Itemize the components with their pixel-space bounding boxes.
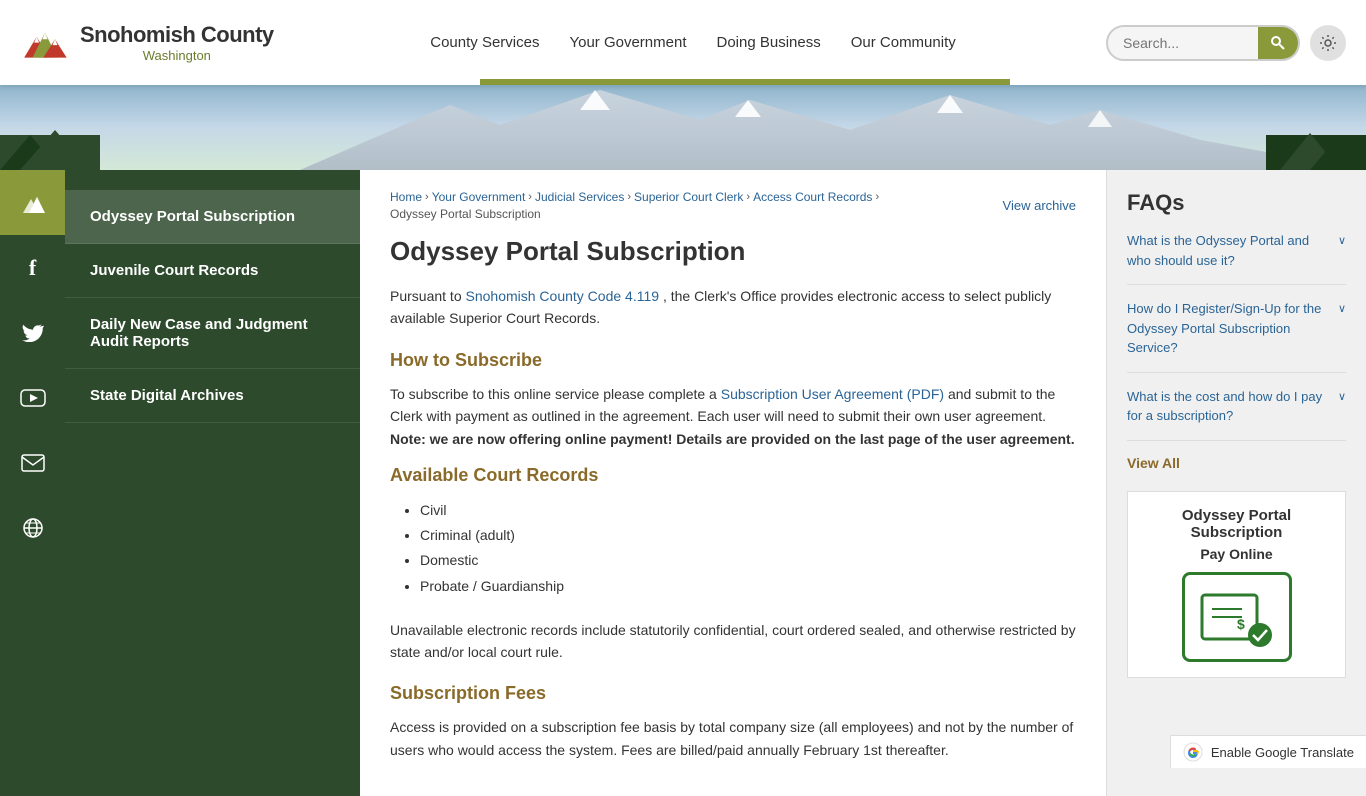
nav-sidebar: Odyssey Portal Subscription Juvenile Cou… <box>65 170 360 796</box>
sidebar-icon-email[interactable] <box>0 430 65 495</box>
twitter-icon <box>22 324 44 342</box>
settings-button[interactable] <box>1310 25 1346 61</box>
logo-name: Snohomish County <box>80 22 274 48</box>
faq-link-3[interactable]: What is the cost and how do I pay for a … <box>1127 387 1346 426</box>
faq-item-1: What is the Odyssey Portal and who shoul… <box>1127 231 1346 285</box>
subscribe-paragraph: To subscribe to this online service plea… <box>390 383 1076 450</box>
translate-label: Enable Google Translate <box>1211 745 1354 760</box>
intro-paragraph: Pursuant to Snohomish County Code 4.119 … <box>390 285 1076 330</box>
record-probate: Probate / Guardianship <box>420 574 1076 599</box>
translate-bar[interactable]: Enable Google Translate <box>1170 735 1366 768</box>
search-icon <box>1270 35 1286 51</box>
main-nav: County Services Your Government Doing Bu… <box>280 34 1106 51</box>
page-title: Odyssey Portal Subscription <box>390 236 1076 267</box>
faq-text-3: What is the cost and how do I pay for a … <box>1127 387 1333 426</box>
subscription-pdf-link[interactable]: Subscription User Agreement (PDF) <box>721 386 944 402</box>
faq-text-2: How do I Register/Sign-Up for the Odysse… <box>1127 299 1333 358</box>
chevron-down-icon-3: ∨ <box>1338 389 1346 406</box>
pay-online-button[interactable]: $ <box>1182 572 1292 662</box>
faq-text-1: What is the Odyssey Portal and who shoul… <box>1127 231 1333 270</box>
logo-icon <box>20 23 70 63</box>
nav-your-government[interactable]: Your Government <box>569 34 686 51</box>
sidebar-icon-people[interactable] <box>0 170 65 235</box>
sidebar-icon-facebook[interactable]: f <box>0 235 65 300</box>
faqs-title: FAQs <box>1127 190 1346 216</box>
icon-sidebar: f <box>0 170 65 796</box>
main-content: Home › Your Government › Judicial Servic… <box>360 170 1106 796</box>
view-archive-link[interactable]: View archive <box>1003 198 1076 213</box>
court-records-list: Civil Criminal (adult) Domestic Probate … <box>420 498 1076 599</box>
pay-online-subtitle: Pay Online <box>1143 546 1330 562</box>
header: Snohomish County Washington County Servi… <box>0 0 1366 85</box>
unavailable-paragraph: Unavailable electronic records include s… <box>390 619 1076 664</box>
hero-banner <box>0 85 1366 170</box>
breadcrumb-links: Home › Your Government › Judicial Servic… <box>390 190 1003 221</box>
nav-county-services[interactable]: County Services <box>430 34 539 51</box>
logo-text-area: Snohomish County Washington <box>80 22 274 63</box>
google-icon <box>1183 742 1203 762</box>
county-code-link[interactable]: Snohomish County Code 4.119 <box>466 288 660 304</box>
record-civil: Civil <box>420 498 1076 523</box>
bc-current: Odyssey Portal Subscription <box>390 207 541 221</box>
logo-sub: Washington <box>80 48 274 63</box>
search-input[interactable] <box>1108 27 1258 59</box>
subscribe-note: Note: we are now offering online payment… <box>390 431 1075 447</box>
mountains-icon <box>19 191 47 215</box>
bc-home[interactable]: Home <box>390 190 422 204</box>
gear-icon <box>1319 34 1337 52</box>
search-area <box>1106 25 1346 61</box>
faq-item-3: What is the cost and how do I pay for a … <box>1127 387 1346 441</box>
bc-judicial[interactable]: Judicial Services <box>535 190 624 204</box>
search-button[interactable] <box>1258 27 1298 59</box>
nav-our-community[interactable]: Our Community <box>851 34 956 51</box>
sidebar-item-daily[interactable]: Daily New Case and Judgment Audit Report… <box>65 298 360 369</box>
fees-paragraph: Access is provided on a subscription fee… <box>390 716 1076 761</box>
pay-online-icon-area: $ <box>1143 572 1330 662</box>
main-layout: f <box>0 170 1366 796</box>
email-icon <box>21 454 45 472</box>
faq-item-2: How do I Register/Sign-Up for the Odysse… <box>1127 299 1346 373</box>
sidebar-icon-twitter[interactable] <box>0 300 65 365</box>
hero-mountains <box>0 85 1366 170</box>
how-to-subscribe-heading: How to Subscribe <box>390 350 1076 371</box>
pay-online-box: Odyssey Portal Subscription Pay Online $ <box>1127 491 1346 678</box>
logo-area: Snohomish County Washington <box>20 22 280 63</box>
sidebar-icon-youtube[interactable] <box>0 365 65 430</box>
subscription-fees-heading: Subscription Fees <box>390 683 1076 704</box>
sidebar-icon-globe[interactable] <box>0 495 65 560</box>
youtube-icon <box>20 389 46 407</box>
intro-text: Pursuant to <box>390 288 462 304</box>
sidebar-item-odyssey[interactable]: Odyssey Portal Subscription <box>65 190 360 244</box>
bc-your-gov[interactable]: Your Government <box>432 190 526 204</box>
globe-icon <box>22 517 44 539</box>
available-records-heading: Available Court Records <box>390 465 1076 486</box>
search-box <box>1106 25 1300 61</box>
subscribe-text-1: To subscribe to this online service plea… <box>390 386 717 402</box>
bc-access[interactable]: Access Court Records <box>753 190 872 204</box>
nav-accent-bar <box>480 79 1010 85</box>
pay-online-title: Odyssey Portal Subscription <box>1143 507 1330 541</box>
right-sidebar: FAQs What is the Odyssey Portal and who … <box>1106 170 1366 796</box>
facebook-icon: f <box>29 255 36 281</box>
svg-text:$: $ <box>1237 616 1245 632</box>
bc-superior[interactable]: Superior Court Clerk <box>634 190 743 204</box>
sidebar-item-state[interactable]: State Digital Archives <box>65 369 360 423</box>
faq-link-2[interactable]: How do I Register/Sign-Up for the Odysse… <box>1127 299 1346 358</box>
record-criminal: Criminal (adult) <box>420 523 1076 548</box>
record-domestic: Domestic <box>420 548 1076 573</box>
faqs-view-all[interactable]: View All <box>1127 455 1346 471</box>
chevron-down-icon-2: ∨ <box>1338 301 1346 318</box>
payment-icon: $ <box>1197 587 1277 647</box>
nav-doing-business[interactable]: Doing Business <box>716 34 820 51</box>
chevron-down-icon-1: ∨ <box>1338 233 1346 250</box>
breadcrumb: Home › Your Government › Judicial Servic… <box>390 190 1076 221</box>
google-logo-icon <box>1183 742 1203 762</box>
faq-link-1[interactable]: What is the Odyssey Portal and who shoul… <box>1127 231 1346 270</box>
sidebar-item-juvenile[interactable]: Juvenile Court Records <box>65 244 360 298</box>
